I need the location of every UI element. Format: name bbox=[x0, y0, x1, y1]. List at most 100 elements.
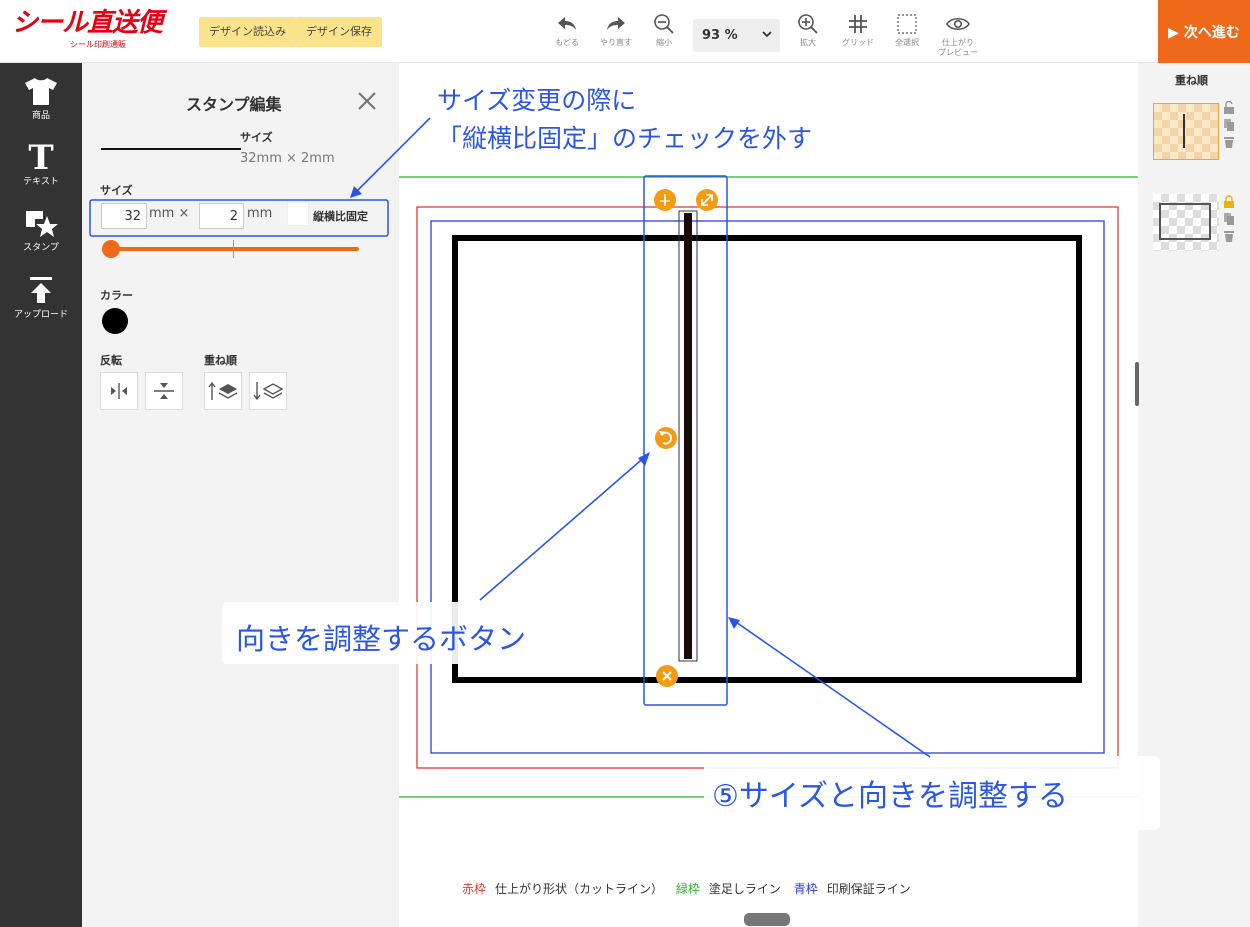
legend-blue-desc: 印刷保証ライン bbox=[826, 882, 911, 896]
left-nav: 商品 T テキスト スタンプ アップロード bbox=[0, 63, 82, 927]
text-t-icon: T bbox=[0, 141, 82, 173]
zoom-select[interactable]: 93 % bbox=[693, 19, 780, 52]
layer-controls-1 bbox=[1223, 101, 1237, 148]
preview-button[interactable]: 仕上がり プレビュー bbox=[933, 12, 983, 58]
legend-green: 緑枠 bbox=[675, 882, 700, 896]
select-all-label: 全選択 bbox=[895, 38, 919, 47]
load-design-button[interactable]: デザイン読込み bbox=[199, 17, 296, 47]
next-step-button[interactable]: ▶ 次へ進む bbox=[1158, 0, 1250, 63]
zoom-in-icon bbox=[783, 12, 833, 36]
nav-label-product: 商品 bbox=[31, 111, 50, 121]
redo-button[interactable]: やり直す bbox=[591, 12, 641, 48]
legend-red-desc: 仕上がり形状（カットライン） bbox=[495, 882, 664, 896]
tshirt-icon bbox=[0, 75, 82, 107]
send-backward-button[interactable] bbox=[249, 372, 287, 410]
header: シール直送便 シール印刷通販 デザイン読込み デザイン保存 もどる やり直す 縮… bbox=[0, 0, 1250, 63]
bring-forward-button[interactable] bbox=[204, 372, 242, 410]
size-slider-handle[interactable] bbox=[102, 240, 120, 258]
undo-label: もどる bbox=[555, 38, 579, 47]
nav-item-text[interactable]: T テキスト bbox=[0, 141, 82, 187]
annotation-rotate-label: 向きを調整するボタン bbox=[222, 602, 610, 664]
nav-item-product[interactable]: 商品 bbox=[0, 75, 82, 121]
aspect-lock-label: 縦横比固定 bbox=[313, 210, 368, 223]
flip-section-label: 反転 bbox=[100, 354, 122, 367]
layer-item-frame[interactable] bbox=[1153, 194, 1219, 251]
frame-legend: 赤枠 仕上がり形状（カットライン） 緑枠 塗足しライン 青枠 印刷保証ライン bbox=[462, 880, 920, 897]
save-design-button[interactable]: デザイン保存 bbox=[296, 17, 382, 47]
unit-times-label: mm × bbox=[149, 206, 190, 221]
annotation-step5-label: ⑤サイズと向きを調整する bbox=[704, 756, 1160, 830]
nav-label-upload: アップロード bbox=[13, 310, 68, 320]
zoom-out-label: 縮小 bbox=[656, 38, 672, 47]
canvas-scroll-handle[interactable] bbox=[744, 913, 790, 926]
legend-blue: 青枠 bbox=[793, 882, 818, 896]
logo-subtext: シール印刷通販 bbox=[70, 40, 126, 49]
stamp-edit-panel: スタンプ編集 サイズ 32mm × 2mm サイズ mm × mm 縦横比固定 … bbox=[82, 63, 399, 927]
preview-size-label: サイズ bbox=[240, 131, 273, 144]
upload-icon bbox=[0, 274, 82, 306]
color-section-label: カラー bbox=[100, 289, 133, 302]
legend-red: 赤枠 bbox=[462, 882, 487, 896]
undo-button[interactable]: もどる bbox=[542, 12, 592, 48]
zoom-out-button[interactable]: 縮小 bbox=[639, 12, 689, 48]
preview-label-2: プレビュー bbox=[938, 48, 978, 57]
zoom-in-label: 拡大 bbox=[800, 38, 816, 47]
select-all-icon bbox=[882, 12, 932, 36]
layer-frame-preview bbox=[1159, 203, 1211, 240]
flip-horizontal-icon bbox=[111, 383, 127, 399]
size-section-label: サイズ bbox=[100, 184, 133, 197]
trash-icon[interactable] bbox=[1223, 229, 1235, 242]
annotation-top: サイズ変更の際に 「縦横比固定」のチェックを外す bbox=[437, 82, 812, 158]
svg-text:T: T bbox=[28, 141, 53, 173]
width-input[interactable] bbox=[101, 203, 147, 229]
panel-resize-handle[interactable] bbox=[1135, 362, 1139, 406]
height-input[interactable] bbox=[199, 203, 244, 229]
layer-controls-2 bbox=[1223, 195, 1237, 242]
preview-label-1: 仕上がり bbox=[942, 38, 974, 47]
grid-button[interactable]: グリッド bbox=[833, 12, 883, 48]
size-slider-track[interactable] bbox=[110, 247, 359, 251]
color-swatch[interactable] bbox=[102, 308, 128, 334]
panel-title: スタンプ編集 bbox=[186, 95, 282, 114]
unlock-icon[interactable] bbox=[1223, 101, 1235, 114]
stamp-star-icon bbox=[0, 207, 82, 239]
unit-label: mm bbox=[247, 206, 273, 221]
redo-icon bbox=[591, 12, 641, 36]
nav-item-stamp[interactable]: スタンプ bbox=[0, 207, 82, 253]
zoom-out-icon bbox=[639, 12, 689, 36]
nav-item-upload[interactable]: アップロード bbox=[0, 274, 82, 320]
layer-line-preview bbox=[1183, 114, 1185, 148]
logo[interactable]: シール直送便 シール印刷通販 bbox=[12, 8, 163, 49]
size-slider-tick bbox=[233, 240, 234, 258]
eye-icon bbox=[933, 12, 983, 36]
layer-item-line[interactable] bbox=[1153, 103, 1219, 160]
annotation-top-line1: サイズ変更の際に bbox=[437, 86, 637, 115]
stamp-preview-line bbox=[101, 148, 241, 150]
layers-title: 重ね順 bbox=[1175, 74, 1208, 87]
annotation-top-line2: 「縦横比固定」のチェックを外す bbox=[437, 124, 813, 153]
legend-green-desc: 塗足しライン bbox=[708, 882, 781, 896]
undo-icon bbox=[542, 12, 592, 36]
zoom-in-button[interactable]: 拡大 bbox=[783, 12, 833, 48]
zoom-value: 93 % bbox=[702, 28, 738, 43]
logo-text: シール直送便 bbox=[12, 8, 163, 38]
select-all-button[interactable]: 全選択 bbox=[882, 12, 932, 48]
close-icon[interactable] bbox=[356, 90, 378, 116]
grid-icon bbox=[833, 12, 883, 36]
duplicate-icon[interactable] bbox=[1223, 212, 1235, 225]
nav-label-stamp: スタンプ bbox=[23, 243, 59, 253]
send-backward-icon bbox=[253, 382, 283, 401]
nav-label-text: テキスト bbox=[23, 177, 59, 187]
flip-vertical-icon bbox=[154, 383, 174, 399]
duplicate-icon[interactable] bbox=[1223, 118, 1235, 131]
bring-forward-icon bbox=[208, 381, 238, 400]
flip-vertical-button[interactable] bbox=[145, 372, 183, 410]
flip-horizontal-button[interactable] bbox=[100, 372, 138, 410]
grid-label: グリッド bbox=[842, 38, 874, 47]
trash-icon[interactable] bbox=[1223, 135, 1235, 148]
lock-icon[interactable] bbox=[1223, 195, 1235, 208]
preview-size-value: 32mm × 2mm bbox=[240, 151, 335, 166]
order-section-label: 重ね順 bbox=[204, 354, 237, 367]
aspect-lock-checkbox[interactable] bbox=[287, 202, 309, 226]
chevron-down-icon bbox=[761, 28, 773, 44]
